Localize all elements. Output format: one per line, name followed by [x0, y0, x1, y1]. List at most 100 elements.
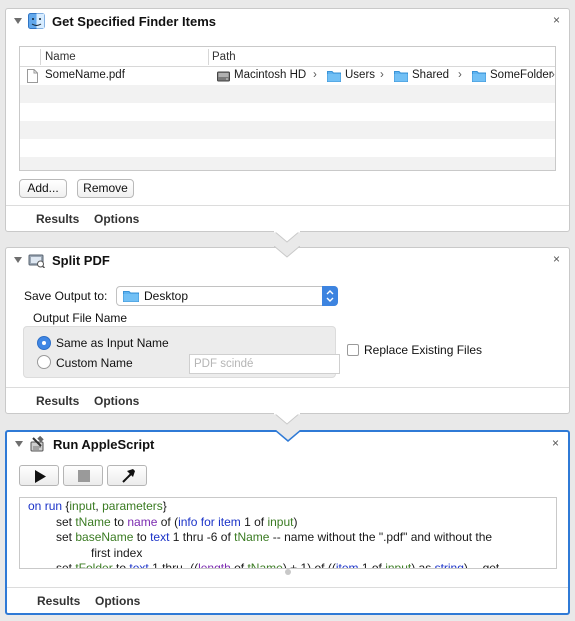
table-row-empty [20, 121, 555, 139]
stop-button[interactable] [63, 465, 103, 486]
close-icon[interactable]: × [553, 13, 560, 27]
code-token: input [267, 514, 294, 529]
code-token: baseName [75, 530, 134, 544]
code-token: to [133, 530, 151, 544]
custom-name-radio[interactable] [37, 355, 51, 369]
code-token: of [230, 561, 248, 569]
code-token: ) + 1) of (( [282, 561, 336, 569]
path-control[interactable]: Macintosh HD › Users › Shared › SomeFold… [217, 67, 555, 85]
folder-icon [472, 71, 486, 82]
code-token: tFolder [75, 561, 113, 569]
output-name-label: Output File Name [33, 311, 128, 325]
results-tab[interactable]: Results [36, 394, 79, 408]
editor-resize-handle[interactable] [285, 569, 291, 575]
code-token: tName [247, 561, 283, 569]
code-token: 1 of [358, 561, 386, 569]
folder-icon [327, 71, 341, 82]
code-token: length [198, 561, 231, 569]
path-separator: › [551, 69, 555, 81]
action-connector [274, 413, 300, 425]
path-separator: › [313, 69, 317, 81]
action-footer: Results Options [6, 387, 569, 413]
code-token: -- name without the ".pdf" and without t… [269, 530, 493, 544]
column-divider[interactable] [208, 49, 209, 65]
code-token: item [218, 514, 241, 529]
code-token: 1 of [240, 514, 268, 529]
action-header: Get Specified Finder Items × [6, 9, 569, 33]
path-component: Macintosh HD [234, 69, 307, 81]
code-line: set tFolder to text 1 thru -((length of … [28, 561, 548, 569]
replace-existing-checkbox[interactable] [347, 344, 359, 356]
hard-drive-icon [217, 71, 230, 82]
close-icon[interactable]: × [552, 436, 559, 450]
code-token: text [150, 530, 170, 544]
code-token: parameters [102, 499, 163, 513]
pdf-file-icon [27, 69, 38, 83]
code-token: to [112, 561, 130, 569]
disclosure-triangle-icon[interactable] [14, 18, 22, 24]
output-name-group: Same as Input Name Custom Name PDF scind… [23, 326, 340, 378]
action-title: Get Specified Finder Items [52, 14, 216, 29]
split-pdf-action: Split PDF × Save Output to: Desktop Outp… [5, 246, 570, 414]
action-connector [274, 231, 300, 243]
add-button[interactable]: Add... [19, 179, 67, 198]
path-component: Shared [412, 69, 450, 81]
action-title: Split PDF [52, 253, 110, 268]
options-tab[interactable]: Options [95, 594, 140, 608]
remove-button[interactable]: Remove [77, 179, 134, 198]
action-header: Split PDF × [6, 248, 569, 272]
save-output-label: Save Output to: [24, 289, 108, 303]
code-token: name [127, 514, 158, 529]
stop-icon [78, 470, 90, 482]
custom-name-field[interactable]: PDF scindé [189, 354, 340, 374]
popup-stepper[interactable] [322, 286, 338, 306]
code-token: run [41, 499, 66, 513]
script-editor[interactable]: on run {input, parameters} set tName to … [19, 497, 557, 569]
code-token: tName [234, 530, 270, 544]
code-token: ) -- get [463, 561, 500, 569]
code-token: text [129, 561, 149, 569]
results-tab[interactable]: Results [36, 212, 79, 226]
disclosure-triangle-icon[interactable] [15, 441, 23, 447]
disclosure-triangle-icon[interactable] [14, 257, 22, 263]
custom-name-label[interactable]: Custom Name [56, 356, 133, 370]
same-as-input-label[interactable]: Same as Input Name [56, 336, 169, 350]
get-finder-items-action: Get Specified Finder Items × Name Path S… [5, 8, 570, 232]
run-button[interactable] [19, 465, 59, 486]
table-row-empty [20, 157, 555, 170]
code-line: set baseName to text 1 thru -6 of tName … [28, 530, 548, 546]
replace-existing-label[interactable]: Replace Existing Files [364, 343, 482, 357]
code-token: ) [293, 514, 298, 529]
action-title: Run AppleScript [53, 437, 155, 452]
column-header-path[interactable]: Path [212, 51, 236, 63]
code-token: item [335, 561, 359, 569]
code-token: ) as [411, 561, 435, 569]
finder-icon [28, 13, 45, 29]
code-token: input [385, 561, 412, 569]
code-token: set [56, 561, 76, 569]
table-row[interactable]: SomeName.pdf Macintosh HD › Users › Shar… [20, 67, 555, 85]
code-token: 1 thru -6 of [169, 530, 235, 544]
save-output-value: Desktop [144, 289, 189, 303]
table-row-empty [20, 85, 555, 103]
results-tab[interactable]: Results [37, 594, 80, 608]
path-component: SomeFolder [490, 69, 553, 81]
code-token: tName [75, 514, 111, 529]
options-tab[interactable]: Options [94, 212, 139, 226]
action-footer: Results Options [6, 205, 569, 231]
compile-button[interactable] [107, 465, 147, 486]
run-applescript-action: Run AppleScript × on run {input, paramet… [5, 430, 570, 615]
script-editor-icon [30, 436, 44, 452]
code-token: input [69, 499, 96, 513]
options-tab[interactable]: Options [94, 394, 139, 408]
file-name: SomeName.pdf [45, 69, 125, 81]
close-icon[interactable]: × [553, 252, 560, 266]
table-row-empty [20, 103, 555, 121]
finder-items-table[interactable]: Name Path SomeName.pdf Macintosh HD › Us… [19, 46, 556, 171]
save-output-popup[interactable]: Desktop [116, 286, 338, 306]
chevron-up-down-icon [326, 290, 334, 302]
same-as-input-radio[interactable] [37, 336, 51, 350]
play-icon [35, 470, 46, 483]
column-header-name[interactable]: Name [45, 51, 76, 63]
path-component: Users [345, 69, 376, 81]
